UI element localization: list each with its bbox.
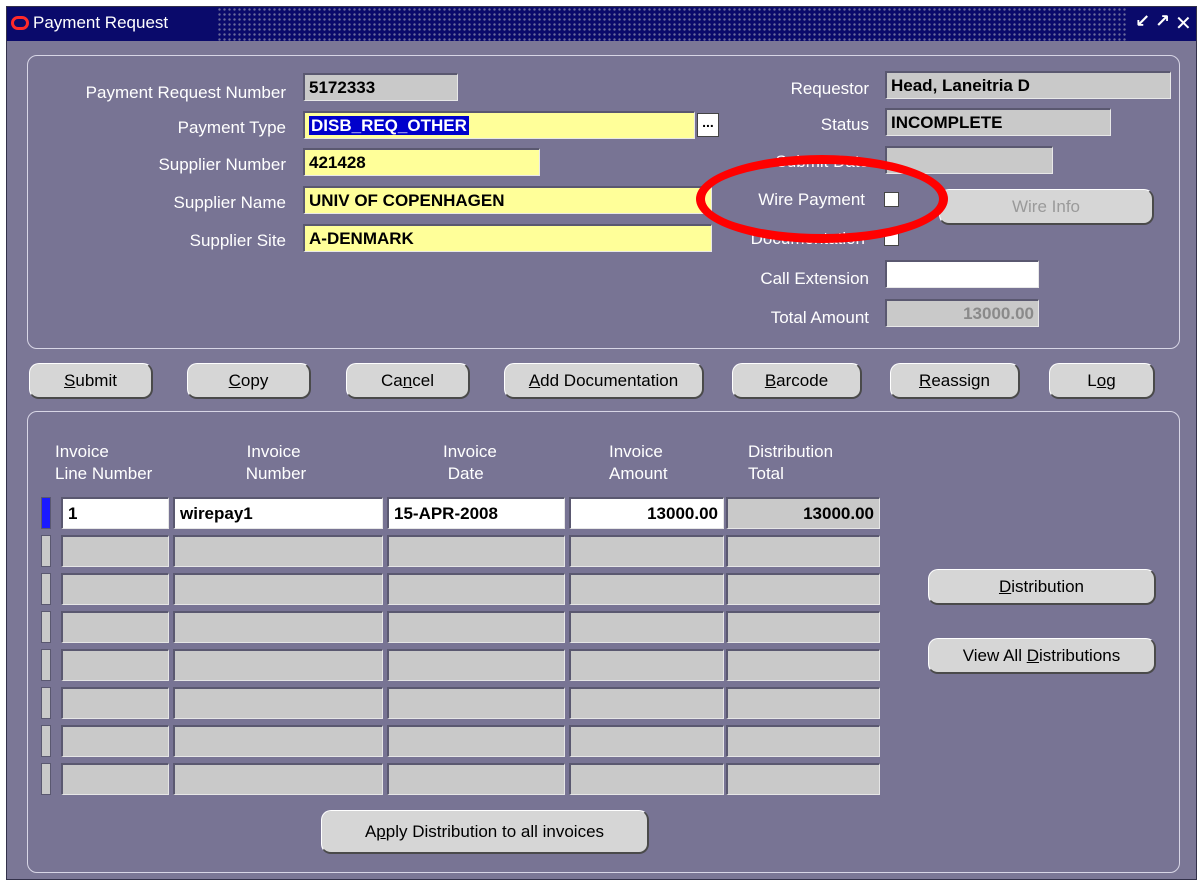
distribution-total-cell[interactable]: 13000.00: [726, 497, 880, 529]
status-label: Status: [820, 115, 869, 134]
window-title: Payment Request: [33, 13, 169, 32]
invoice-date-cell[interactable]: [387, 763, 565, 795]
call-extension-label: Call Extension: [760, 269, 869, 288]
reassign-button[interactable]: Reassign: [890, 363, 1020, 399]
column-header-distribution-total: Distribution Total: [748, 442, 834, 483]
distribution-total-cell[interactable]: [726, 763, 880, 795]
invoice-number-cell[interactable]: [173, 535, 383, 567]
invoice-date-cell[interactable]: [387, 573, 565, 605]
total-amount-label: Total Amount: [770, 308, 869, 327]
line-number-cell[interactable]: [61, 687, 169, 719]
row-indicator[interactable]: [41, 497, 51, 529]
invoice-amount-cell[interactable]: [569, 535, 724, 567]
distribution-total-cell[interactable]: [726, 611, 880, 643]
line-number-cell[interactable]: [61, 611, 169, 643]
invoice-number-cell[interactable]: [173, 649, 383, 681]
invoice-amount-cell[interactable]: 13000.00: [569, 497, 724, 529]
row-indicator[interactable]: [41, 611, 51, 643]
copy-button[interactable]: Copy: [187, 363, 311, 399]
requestor-label: Requestor: [790, 79, 869, 98]
invoice-number-cell[interactable]: wirepay1: [173, 497, 383, 529]
column-header-invoice-number: Invoice Number: [245, 442, 307, 483]
invoice-date-cell[interactable]: 15-APR-2008: [387, 497, 565, 529]
line-number-cell[interactable]: [61, 725, 169, 757]
supplier-number-field[interactable]: 421428: [303, 148, 540, 176]
barcode-button[interactable]: Barcode: [732, 363, 862, 399]
row-indicator[interactable]: [41, 725, 51, 757]
column-header-invoice-date: Invoice Date: [443, 442, 497, 483]
invoice-amount-cell[interactable]: [569, 763, 724, 795]
close-icon[interactable]: ✕: [1175, 11, 1192, 35]
title-bar[interactable]: Payment Request ↙ ↗ ✕: [7, 7, 1196, 41]
distribution-button[interactable]: Distribution: [928, 569, 1156, 605]
payment-type-value: DISB_REQ_OTHER: [309, 116, 469, 135]
oracle-logo-icon: [11, 16, 29, 30]
line-number-cell[interactable]: [61, 535, 169, 567]
invoice-amount-cell[interactable]: [569, 725, 724, 757]
apply-distribution-button[interactable]: Apply Distribution to all invoices: [321, 810, 649, 854]
requestor-field[interactable]: Head, Laneitria D: [885, 71, 1171, 99]
maximize-icon[interactable]: ↗: [1155, 11, 1170, 32]
invoice-amount-cell[interactable]: [569, 573, 724, 605]
column-header-line-number: Invoice Line Number: [55, 442, 153, 483]
invoice-number-cell[interactable]: [173, 573, 383, 605]
invoice-date-cell[interactable]: [387, 535, 565, 567]
supplier-site-field[interactable]: A-DENMARK: [303, 224, 712, 252]
supplier-number-label: Supplier Number: [158, 155, 286, 174]
supplier-name-label: Supplier Name: [173, 193, 286, 212]
row-indicator[interactable]: [41, 687, 51, 719]
line-number-cell[interactable]: [61, 573, 169, 605]
cancel-button[interactable]: Cancel: [346, 363, 470, 399]
minimize-icon[interactable]: ↙: [1135, 11, 1150, 32]
invoice-number-cell[interactable]: [173, 763, 383, 795]
payment-request-window: Payment Request ↙ ↗ ✕ Payment Request Nu…: [6, 6, 1197, 880]
distribution-total-cell[interactable]: [726, 573, 880, 605]
invoice-number-cell[interactable]: [173, 611, 383, 643]
distribution-total-cell[interactable]: [726, 725, 880, 757]
line-number-cell[interactable]: [61, 763, 169, 795]
add-documentation-button[interactable]: Add Documentation: [504, 363, 704, 399]
row-indicator[interactable]: [41, 763, 51, 795]
payment-request-number-field[interactable]: 5172333: [303, 73, 458, 101]
invoice-number-cell[interactable]: [173, 687, 383, 719]
line-number-cell[interactable]: [61, 649, 169, 681]
invoice-amount-cell[interactable]: [569, 611, 724, 643]
line-number-cell[interactable]: 1: [61, 497, 169, 529]
payment-request-number-label: Payment Request Number: [85, 83, 286, 102]
invoice-date-cell[interactable]: [387, 649, 565, 681]
list-of-values-icon[interactable]: ...: [697, 113, 719, 137]
payment-type-label: Payment Type: [177, 118, 286, 137]
supplier-site-label: Supplier Site: [189, 231, 286, 250]
wire-info-button[interactable]: Wire Info: [939, 189, 1154, 225]
total-amount-field[interactable]: 13000.00: [885, 299, 1039, 327]
call-extension-field[interactable]: [885, 260, 1039, 288]
submit-button[interactable]: Submit: [29, 363, 153, 399]
invoice-date-cell[interactable]: [387, 611, 565, 643]
payment-type-field[interactable]: DISB_REQ_OTHER: [303, 111, 695, 139]
distribution-total-cell[interactable]: [726, 535, 880, 567]
log-button[interactable]: Log: [1049, 363, 1155, 399]
supplier-name-field[interactable]: UNIV OF COPENHAGEN: [303, 186, 712, 214]
view-all-distributions-button[interactable]: View All Distributions: [928, 638, 1156, 674]
row-indicator[interactable]: [41, 649, 51, 681]
distribution-total-cell[interactable]: [726, 649, 880, 681]
invoice-date-cell[interactable]: [387, 687, 565, 719]
row-indicator[interactable]: [41, 535, 51, 567]
invoice-date-cell[interactable]: [387, 725, 565, 757]
status-field[interactable]: INCOMPLETE: [885, 108, 1111, 136]
invoice-amount-cell[interactable]: [569, 649, 724, 681]
invoice-number-cell[interactable]: [173, 725, 383, 757]
row-indicator[interactable]: [41, 573, 51, 605]
distribution-total-cell[interactable]: [726, 687, 880, 719]
column-header-invoice-amount: Invoice Amount: [609, 442, 668, 483]
invoice-amount-cell[interactable]: [569, 687, 724, 719]
wire-payment-highlight-oval: [696, 155, 948, 243]
